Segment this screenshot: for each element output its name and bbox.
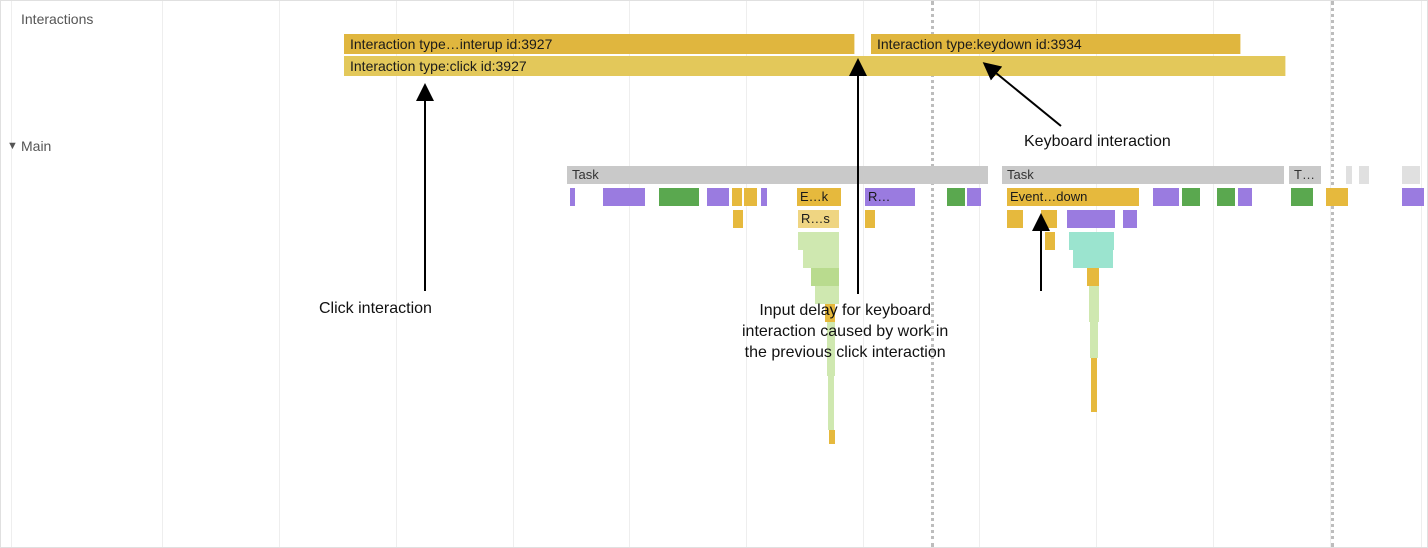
grid-line (1213, 1, 1214, 547)
flame-block[interactable]: R…s (798, 210, 839, 228)
grid-line (863, 1, 864, 547)
flame-block[interactable] (1091, 376, 1097, 394)
flame-block[interactable] (1089, 286, 1099, 304)
frame-boundary-marker (931, 1, 934, 547)
flame-block[interactable] (1007, 210, 1023, 228)
flame-block[interactable] (828, 412, 834, 430)
task-bar[interactable]: Task (1002, 166, 1284, 184)
flame-block[interactable] (1217, 188, 1235, 206)
flame-block[interactable] (603, 188, 645, 206)
flame-block[interactable] (1402, 188, 1424, 206)
grid-line (11, 1, 12, 547)
grid-line (979, 1, 980, 547)
task-sliver[interactable] (1346, 166, 1352, 184)
performance-flamechart-panel[interactable]: Interactions Interaction type…interup id… (0, 0, 1428, 548)
disclosure-triangle-icon[interactable]: ▼ (7, 140, 18, 152)
flame-block[interactable] (761, 188, 767, 206)
flame-block[interactable] (1090, 340, 1098, 358)
flame-block[interactable] (1089, 304, 1099, 322)
task-bar[interactable]: T… (1289, 166, 1321, 184)
flame-block[interactable] (803, 250, 839, 268)
task-bar[interactable]: Task (567, 166, 988, 184)
interaction-bar-pointerup[interactable]: Interaction type…interup id:3927 (344, 34, 855, 54)
flame-block[interactable] (811, 268, 839, 286)
annotation-click-interaction: Click interaction (319, 299, 432, 320)
flame-block[interactable] (1326, 188, 1348, 206)
flame-block[interactable] (828, 376, 834, 394)
flame-block-event[interactable]: E…k (797, 188, 841, 206)
flame-block[interactable] (1087, 268, 1099, 286)
grid-line (1421, 1, 1422, 547)
interaction-bar-keydown[interactable]: Interaction type:keydown id:3934 (871, 34, 1241, 54)
flame-block[interactable] (1090, 322, 1098, 340)
task-sliver[interactable] (1359, 166, 1369, 184)
flame-block[interactable] (798, 232, 839, 250)
grid-line (513, 1, 514, 547)
flame-block[interactable] (659, 188, 699, 206)
flame-block[interactable] (1073, 250, 1113, 268)
flame-block[interactable] (1041, 210, 1057, 228)
flame-block[interactable] (1069, 232, 1114, 250)
flame-block[interactable] (828, 394, 834, 412)
flame-block[interactable]: R… (865, 188, 915, 206)
flame-block[interactable] (707, 188, 729, 206)
grid-line (629, 1, 630, 547)
grid-line (396, 1, 397, 547)
flame-block[interactable] (570, 188, 575, 206)
interaction-bar-click[interactable]: Interaction type:click id:3927 (344, 56, 1286, 76)
flame-block[interactable] (1238, 188, 1252, 206)
flame-block[interactable] (865, 210, 875, 228)
flame-block[interactable] (733, 210, 743, 228)
flame-block[interactable] (732, 188, 742, 206)
grid-line (279, 1, 280, 547)
annotation-keyboard-interaction: Keyboard interaction (1024, 132, 1171, 153)
flame-block[interactable] (1153, 188, 1179, 206)
track-label-interactions: Interactions (21, 11, 93, 27)
grid-line (162, 1, 163, 547)
flame-block[interactable] (1091, 394, 1097, 412)
flame-block[interactable] (1045, 232, 1055, 250)
grid-line (746, 1, 747, 547)
flame-block[interactable] (1182, 188, 1200, 206)
flame-block[interactable] (1123, 210, 1137, 228)
frame-boundary-marker (1331, 1, 1334, 547)
track-label-main: Main (21, 138, 51, 154)
annotation-input-delay: Input delay for keyboard interaction cau… (742, 301, 948, 363)
flame-block[interactable] (1067, 210, 1115, 228)
flame-block-event[interactable]: Event…down (1007, 188, 1139, 206)
flame-block[interactable] (947, 188, 965, 206)
task-sliver[interactable] (1402, 166, 1420, 184)
flame-block[interactable] (1091, 358, 1097, 376)
flame-block[interactable] (829, 430, 835, 444)
flame-block[interactable] (744, 188, 757, 206)
flame-block[interactable] (967, 188, 981, 206)
flame-block[interactable] (1291, 188, 1313, 206)
